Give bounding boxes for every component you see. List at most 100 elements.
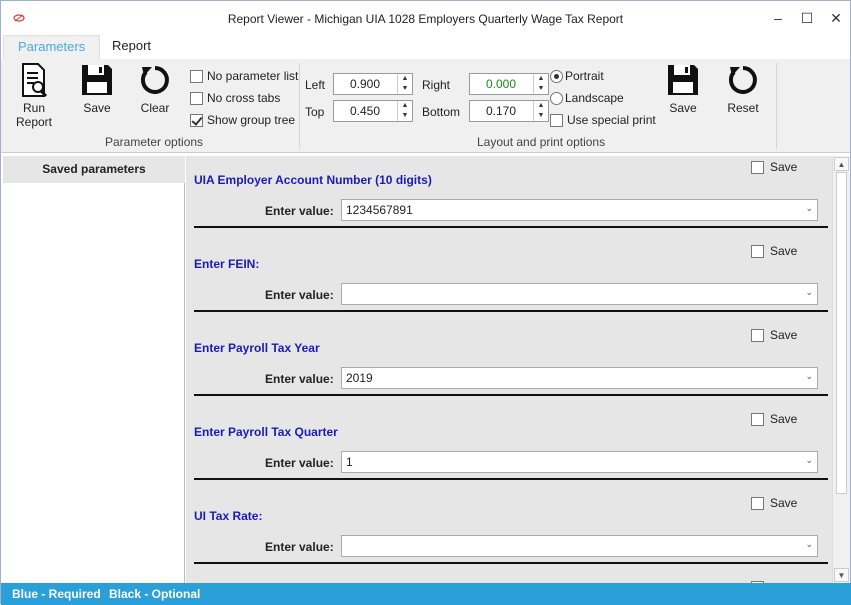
divider xyxy=(194,310,828,312)
scroll-up-icon[interactable]: ▲ xyxy=(834,157,849,171)
spinner-arrows[interactable]: ▲ ▼ xyxy=(533,74,548,94)
checkbox-box[interactable] xyxy=(751,413,764,426)
run-report-button[interactable]: Run Report xyxy=(11,63,57,129)
checkbox-box[interactable] xyxy=(550,114,563,127)
saved-parameters-panel: Saved parameters xyxy=(3,156,185,583)
spin-down-icon[interactable]: ▼ xyxy=(398,111,412,121)
scroll-down-icon[interactable]: ▼ xyxy=(834,568,849,582)
bottom-margin-spinner[interactable]: 0.170 ▲ ▼ xyxy=(469,100,549,122)
parameter-value-combobox[interactable]: 1234567891 ⌄ xyxy=(341,199,818,221)
right-margin-label: Right xyxy=(422,78,451,92)
portrait-label: Portrait xyxy=(565,69,604,83)
parameter-value-combobox[interactable]: ⌄ xyxy=(341,283,818,305)
parameter-value-combobox[interactable]: 2019 ⌄ xyxy=(341,367,818,389)
minimize-button[interactable]: – xyxy=(763,7,793,29)
top-margin-value[interactable]: 0.450 xyxy=(334,104,396,118)
bottom-margin-value[interactable]: 0.170 xyxy=(470,104,532,118)
save-layout-button[interactable]: Save xyxy=(663,63,703,115)
checkbox-box[interactable] xyxy=(751,329,764,342)
chevron-down-icon[interactable]: ⌄ xyxy=(805,539,813,550)
chevron-down-icon[interactable]: ⌄ xyxy=(805,203,813,214)
window-title: Report Viewer - Michigan UIA 1028 Employ… xyxy=(227,12,624,26)
title-bar: Report Viewer - Michigan UIA 1028 Employ… xyxy=(1,1,850,37)
chevron-down-icon[interactable]: ⌄ xyxy=(805,287,813,298)
checkbox-box[interactable] xyxy=(751,497,764,510)
top-margin-label: Top xyxy=(305,105,325,119)
run-report-icon xyxy=(22,63,48,97)
parameter-value-combobox[interactable]: 1 ⌄ xyxy=(341,451,818,473)
parameter-value[interactable]: 1 xyxy=(346,455,353,469)
clear-label: Clear xyxy=(140,101,170,115)
divider xyxy=(194,226,828,228)
tab-report[interactable]: Report xyxy=(98,35,165,59)
save-parameter-label: Save xyxy=(770,244,798,258)
top-margin-spinner[interactable]: 0.450 ▲ ▼ xyxy=(333,100,413,122)
spinner-arrows[interactable]: ▲ ▼ xyxy=(397,74,412,94)
chevron-down-icon[interactable]: ⌄ xyxy=(805,371,813,382)
report-viewer-window: Report Viewer - Michigan UIA 1028 Employ… xyxy=(0,0,851,605)
save-parameter-label: Save xyxy=(770,160,798,174)
spinner-arrows[interactable]: ▲ ▼ xyxy=(397,101,412,121)
scrollbar-thumb[interactable] xyxy=(836,172,847,494)
spinner-arrows[interactable]: ▲ ▼ xyxy=(533,101,548,121)
spin-up-icon[interactable]: ▲ xyxy=(398,74,412,84)
checkbox-box-checked[interactable] xyxy=(190,114,203,127)
parameter-row: Save Enter Payroll Tax Quarter Enter val… xyxy=(186,408,832,492)
reset-label: Reset xyxy=(727,101,759,115)
show-group-tree-label: Show group tree xyxy=(207,113,296,127)
maximize-button[interactable]: ☐ xyxy=(792,7,822,29)
vertical-scrollbar[interactable]: ▲ ▼ xyxy=(832,156,850,583)
no-parameter-list-label: No parameter list xyxy=(207,69,299,83)
left-margin-spinner[interactable]: 0.900 ▲ ▼ xyxy=(333,73,413,95)
right-margin-value[interactable]: 0.000 xyxy=(470,77,532,91)
save-icon xyxy=(82,65,112,95)
left-margin-value[interactable]: 0.900 xyxy=(334,77,396,91)
parameter-row: Save Enter Payroll Tax Year Enter value:… xyxy=(186,324,832,408)
parameter-value-combobox[interactable]: ⌄ xyxy=(341,535,818,557)
checkbox-box[interactable] xyxy=(751,245,764,258)
right-margin-spinner[interactable]: 0.000 ▲ ▼ xyxy=(469,73,549,95)
divider xyxy=(194,562,828,564)
checkbox-box[interactable] xyxy=(751,161,764,174)
parameter-value[interactable]: 2019 xyxy=(346,371,373,385)
save-label: Save xyxy=(83,101,111,115)
parameter-name: UIA Employer Account Number (10 digits) xyxy=(194,173,432,187)
save-parameter-label: Save xyxy=(770,412,798,426)
close-button[interactable]: ✕ xyxy=(821,7,851,29)
checkbox-box[interactable] xyxy=(190,92,203,105)
spin-down-icon[interactable]: ▼ xyxy=(534,84,548,94)
reset-button[interactable]: Reset xyxy=(723,63,763,115)
layout-save-label: Save xyxy=(669,101,697,115)
divider xyxy=(194,394,828,396)
save-parameters-button[interactable]: Save xyxy=(77,63,117,115)
clear-icon xyxy=(140,66,169,94)
chevron-down-icon[interactable]: ⌄ xyxy=(805,455,813,466)
clear-button[interactable]: Clear xyxy=(135,63,175,115)
radio-selected[interactable] xyxy=(550,70,563,83)
parameter-name: Enter Payroll Tax Year xyxy=(194,341,320,355)
ribbon-divider xyxy=(299,63,300,149)
spin-down-icon[interactable]: ▼ xyxy=(534,111,548,121)
parameter-name: UI Tax Rate: xyxy=(194,509,263,523)
parameter-value[interactable]: 1234567891 xyxy=(346,203,413,217)
save-parameter-label: Save xyxy=(770,496,798,510)
ribbon-divider xyxy=(776,63,777,149)
spin-down-icon[interactable]: ▼ xyxy=(398,84,412,94)
spin-up-icon[interactable]: ▲ xyxy=(398,101,412,111)
spin-up-icon[interactable]: ▲ xyxy=(534,101,548,111)
tab-parameters[interactable]: Parameters xyxy=(3,35,101,59)
divider xyxy=(194,478,828,480)
ribbon-toolbar: Run Report Save Clear No parameter list xyxy=(1,59,850,153)
enter-value-label: Enter value: xyxy=(265,288,334,302)
enter-value-label: Enter value: xyxy=(265,204,334,218)
parameter-name: Enter Payroll Tax Quarter xyxy=(194,425,338,439)
reset-icon xyxy=(728,66,757,94)
left-margin-label: Left xyxy=(305,78,326,92)
checkbox-box[interactable] xyxy=(190,70,203,83)
parameter-row: Save UI Tax Rate: Enter value: ⌄ xyxy=(186,492,832,576)
spin-up-icon[interactable]: ▲ xyxy=(534,74,548,84)
no-cross-tabs-label: No cross tabs xyxy=(207,91,281,105)
enter-value-label: Enter value: xyxy=(265,372,334,386)
radio-unselected[interactable] xyxy=(550,92,563,105)
use-special-print-label: Use special print xyxy=(567,113,656,127)
